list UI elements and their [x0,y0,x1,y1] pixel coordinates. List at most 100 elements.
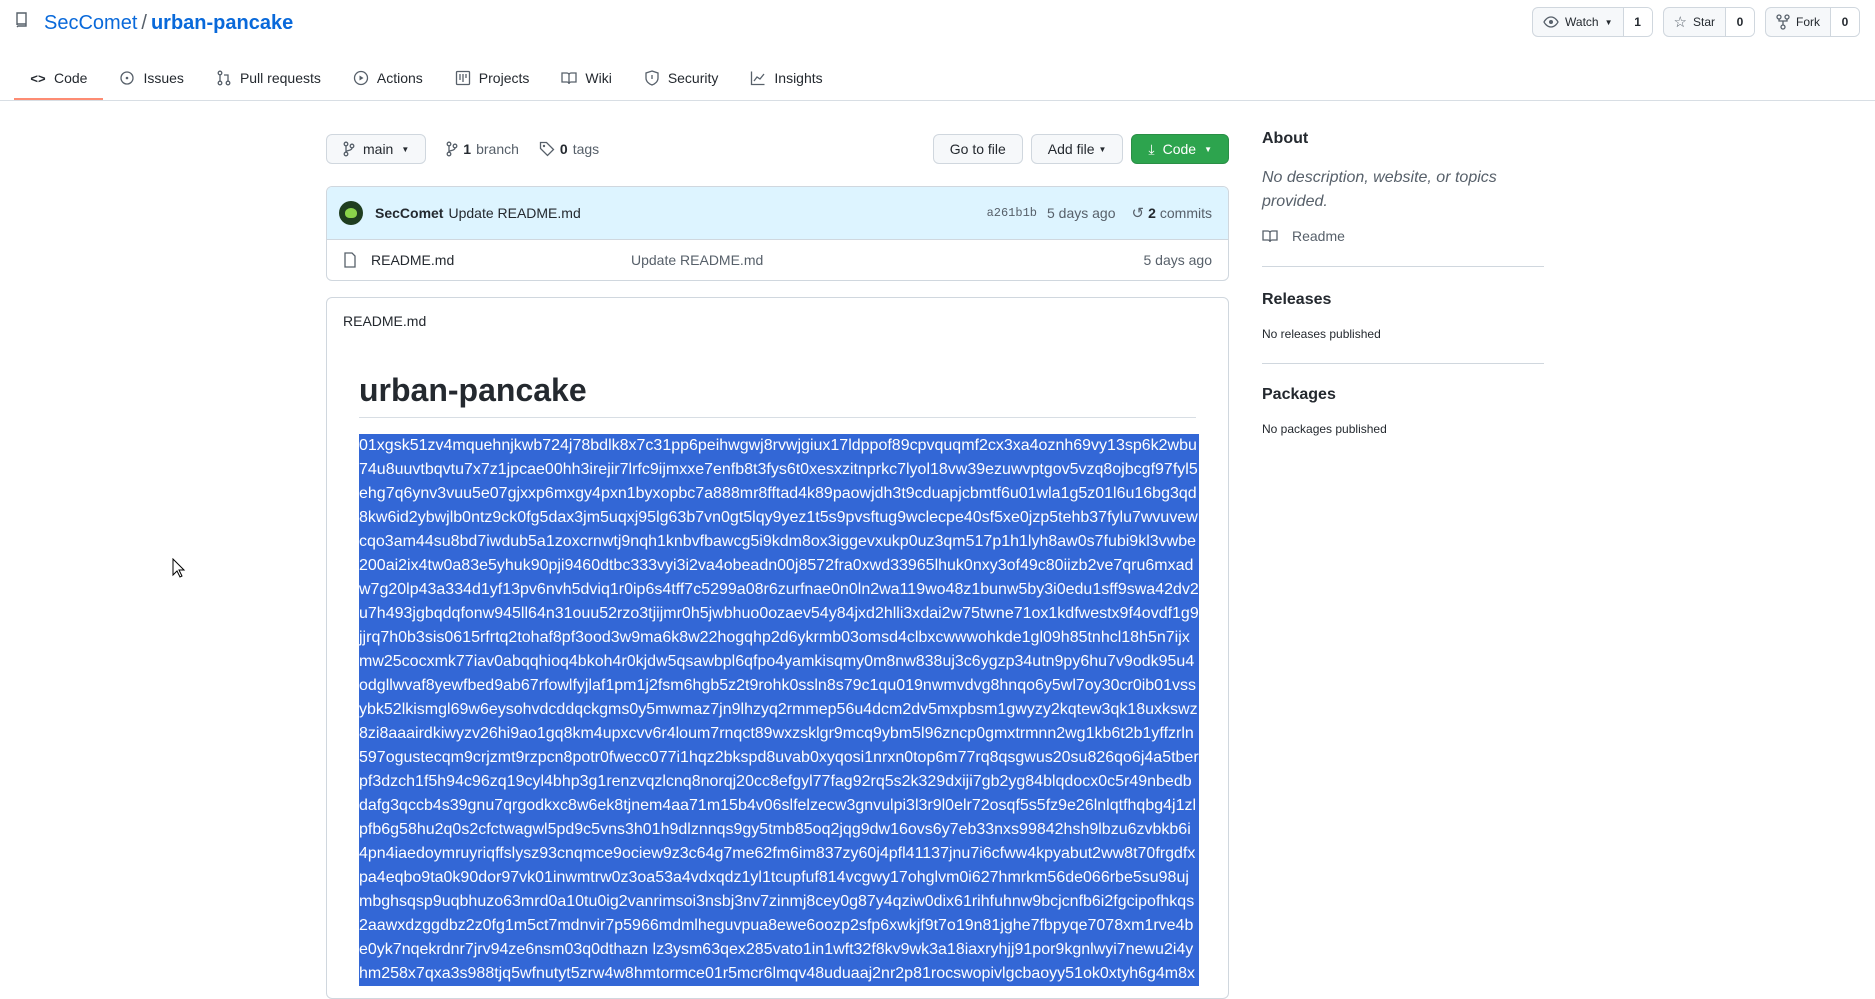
tab-label: Pull requests [239,70,321,86]
tab-label: Actions [376,70,423,86]
play-icon [353,70,369,86]
commit-count[interactable]: 2 [1148,205,1156,221]
fork-label: Fork [1796,15,1820,29]
tag-icon [539,141,555,157]
readme-link-label: Readme [1292,228,1345,244]
tab-projects[interactable]: Projects [439,56,546,100]
project-icon [455,70,470,86]
about-description: No description, website, or topics provi… [1262,169,1497,210]
releases-text: No releases published [1262,327,1381,341]
chevron-down-icon: ▼ [1604,17,1613,27]
star-icon: ☆ [1673,14,1687,31]
go-to-file-button[interactable]: Go to file [932,134,1023,164]
mouse-cursor-icon [172,558,186,578]
shield-icon [645,70,659,86]
tags-link[interactable]: 0 tags [539,141,599,157]
tab-label: Wiki [585,70,612,86]
book-icon [561,72,578,85]
commit-count-label[interactable]: commits [1160,205,1212,221]
tab-security[interactable]: Security [628,56,735,100]
tab-actions[interactable]: Actions [337,56,439,100]
branch-icon [446,141,458,157]
branch-icon [343,141,355,157]
latest-commit: SecComet Update README.md a261b1b 5 days… [327,187,1228,240]
fork-icon [1776,14,1790,30]
tab-pull-requests[interactable]: Pull requests [200,56,337,100]
issue-icon [120,71,135,85]
code-icon: <> [30,70,46,86]
readme-body: urban-pancake 01xgsk51zv4mquehnjkwb724j7… [327,344,1228,986]
book-icon [1262,230,1278,243]
table-row[interactable]: README.md Update README.md 5 days ago [327,240,1228,280]
star-count[interactable]: 0 [1726,8,1754,36]
tab-issues[interactable]: Issues [103,56,199,100]
main-content: main ▼ 1 branch 0 tags Go to file Add fi… [326,133,1229,999]
tab-label: Code [54,70,88,86]
star-button[interactable]: ☆ Star 0 [1662,7,1755,37]
add-file-label: Add file [1047,141,1095,157]
repo-header: SecComet / urban-pancake [14,6,293,40]
tab-code[interactable]: <> Code [14,56,104,100]
repo-actions: Watch ▼ 1 ☆ Star 0 Fork 0 [1532,7,1860,37]
watch-label: Watch [1565,15,1599,29]
readme-heading: urban-pancake [359,372,1196,418]
add-file-button[interactable]: Add file ▼ [1030,134,1124,164]
chevron-down-icon: ▼ [1204,144,1212,154]
tab-insights[interactable]: Insights [734,56,838,100]
eye-icon [1543,16,1559,28]
tab-wiki[interactable]: Wiki [545,56,627,100]
readme-selected-text: 01xgsk51zv4mquehnjkwb724j78bdlk8x7c31pp6… [359,434,1199,986]
header-divider [0,100,1875,101]
fork-button[interactable]: Fork 0 [1765,7,1860,37]
commit-message[interactable]: Update README.md [448,205,580,221]
tab-label: Security [667,70,719,86]
packages-heading[interactable]: Packages [1262,386,1544,404]
commit-author[interactable]: SecComet [375,205,443,221]
branch-select-button[interactable]: main ▼ [326,134,427,164]
file-name[interactable]: README.md [371,252,631,268]
file-commit-time: 5 days ago [1143,252,1213,268]
tab-label: Insights [774,70,823,86]
tag-label: tags [572,141,600,157]
code-download-button[interactable]: ⤓ Code ▼ [1131,134,1229,164]
releases-heading[interactable]: Releases [1262,291,1544,309]
packages-text: No packages published [1262,422,1387,436]
readme-box: README.md urban-pancake 01xgsk51zv4mqueh… [326,297,1229,999]
avatar[interactable] [339,201,363,225]
repo-icon [16,12,27,28]
readme-link[interactable]: Readme [1262,228,1544,267]
tag-count: 0 [559,141,568,157]
sidebar: About No description, website, or topics… [1262,130,1544,458]
file-icon [344,252,356,268]
repo-name-link[interactable]: urban-pancake [151,12,293,35]
readme-filename[interactable]: README.md [327,298,1228,344]
watch-count[interactable]: 1 [1623,8,1652,36]
tab-label: Projects [478,70,530,86]
commit-time: 5 days ago [1047,205,1116,221]
history-icon: ↺ [1131,205,1145,222]
releases-section: Releases No releases published [1262,267,1544,364]
code-button-label: Code [1162,141,1197,157]
watch-button[interactable]: Watch ▼ 1 [1532,7,1653,37]
repo-tabs: <> Code Issues Pull requests Actions Pro… [14,56,839,100]
fork-count[interactable]: 0 [1831,8,1859,36]
chevron-down-icon: ▼ [1098,144,1107,154]
file-listing: SecComet Update README.md a261b1b 5 days… [326,186,1229,281]
graph-icon [751,71,765,86]
repo-slash: / [141,11,147,34]
branch-count: 1 [463,141,472,157]
chevron-down-icon: ▼ [401,144,410,154]
about-heading: About [1262,130,1309,147]
branch-name: main [363,141,394,157]
packages-section: Packages No packages published [1262,364,1544,458]
repo-owner-link[interactable]: SecComet [44,12,137,35]
star-label: Star [1692,15,1715,29]
file-toolbar: main ▼ 1 branch 0 tags Go to file Add fi… [326,133,1229,165]
pull-request-icon [217,70,231,86]
tab-label: Issues [143,70,184,86]
branch-label: branch [476,141,519,157]
commit-sha[interactable]: a261b1b [987,206,1037,220]
file-commit-message[interactable]: Update README.md [631,252,763,268]
branches-link[interactable]: 1 branch [446,141,519,157]
download-icon: ⤓ [1148,140,1155,157]
